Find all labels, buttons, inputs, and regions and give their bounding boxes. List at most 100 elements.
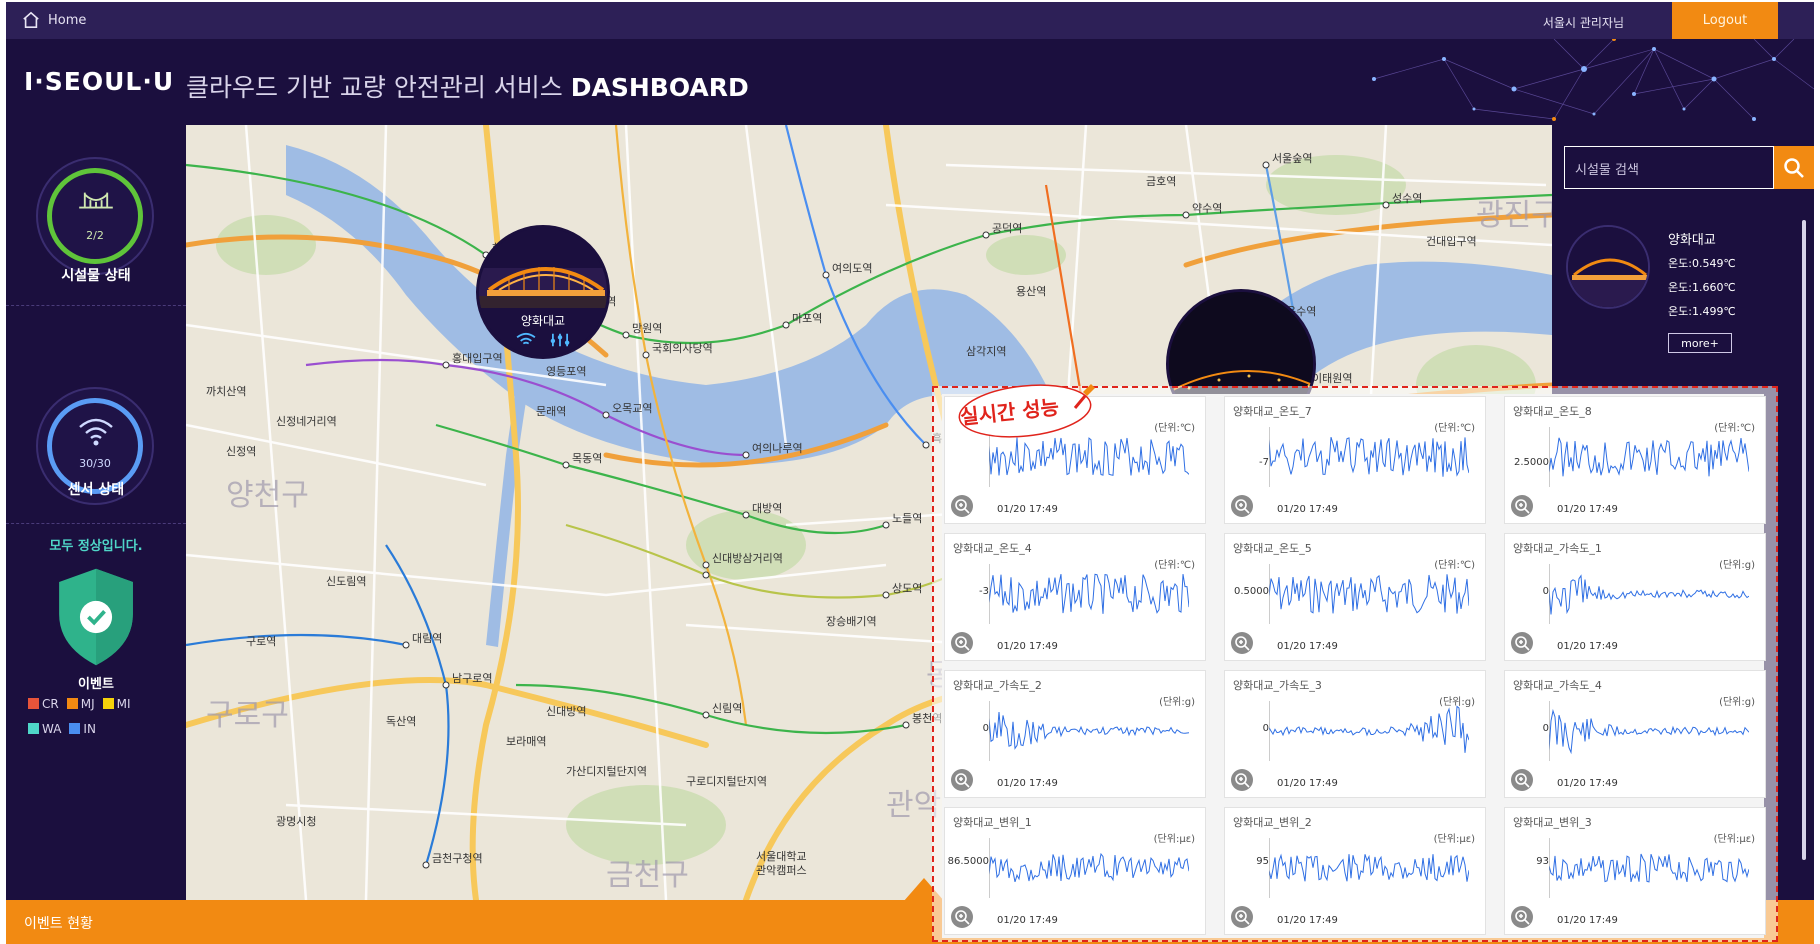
zoom-button[interactable] bbox=[951, 906, 973, 928]
svg-text:신대방역: 신대방역 bbox=[546, 705, 586, 718]
sensor-chart-card[interactable]: 양화대교_온도_7 (단위:℃) -7 01/20 17:49 bbox=[1224, 396, 1486, 524]
brand-logo[interactable]: I·SEOUL·U bbox=[24, 67, 174, 96]
zoom-button[interactable] bbox=[951, 495, 973, 517]
svg-text:서울대학교: 서울대학교 bbox=[756, 850, 807, 863]
svg-text:가산디지털단지역: 가산디지털단지역 bbox=[566, 765, 647, 778]
logout-button[interactable]: Logout bbox=[1672, 2, 1778, 39]
svg-text:건대입구역: 건대입구역 bbox=[1426, 235, 1477, 248]
svg-text:신정네거리역: 신정네거리역 bbox=[276, 415, 337, 428]
sensor-trace bbox=[1269, 701, 1469, 761]
sensor-chart-card[interactable]: 양화대교_가속도_3 (단위:g) 0 01/20 17:49 bbox=[1224, 670, 1486, 798]
facility-status-ring[interactable]: 2/2 bbox=[36, 157, 154, 275]
chart-axis-value: 0 bbox=[1262, 723, 1269, 734]
sensor-chart-card[interactable]: 양화대교_가속도_1 (단위:g) 0 01/20 17:49 bbox=[1504, 533, 1766, 661]
facility-status-label: 시설물 상태 bbox=[61, 268, 131, 284]
zoom-button[interactable] bbox=[1231, 769, 1253, 791]
service-name: 클라우드 기반 교량 안전관리 서비스 bbox=[186, 73, 563, 102]
svg-text:금호역: 금호역 bbox=[1146, 175, 1176, 188]
svg-text:독산역: 독산역 bbox=[386, 715, 416, 728]
trace-line bbox=[989, 437, 1189, 476]
zoom-in-icon bbox=[1515, 773, 1530, 788]
chart-title: 양화대교_변위_3 bbox=[1513, 816, 1592, 829]
zoom-button[interactable] bbox=[1511, 632, 1533, 654]
chart-timestamp: 01/20 17:49 bbox=[1277, 641, 1338, 652]
facility-search-input[interactable]: 시설물 검색 bbox=[1564, 146, 1774, 189]
chart-axis-value: 0 bbox=[1542, 723, 1549, 734]
sensor-trace bbox=[989, 564, 1189, 624]
chart-axis-value: 0 bbox=[982, 723, 989, 734]
zoom-in-icon bbox=[1235, 636, 1250, 651]
svg-text:까치산역: 까치산역 bbox=[206, 385, 246, 398]
event-label: 이벤트 bbox=[78, 677, 114, 692]
chart-axis-value: 93 bbox=[1536, 856, 1549, 867]
chart-title: 양화대교_온도_5 bbox=[1233, 542, 1312, 555]
chart-timestamp: 01/20 17:49 bbox=[1277, 504, 1338, 515]
svg-text:여의도역: 여의도역 bbox=[832, 262, 872, 275]
home-icon bbox=[23, 11, 39, 29]
svg-text:약수역: 약수역 bbox=[1192, 201, 1222, 215]
zoom-in-icon bbox=[955, 499, 970, 514]
search-button[interactable] bbox=[1774, 146, 1814, 189]
user-name: 서울시 관리자님 bbox=[1542, 16, 1624, 30]
svg-text:문래역: 문래역 bbox=[536, 405, 566, 418]
chart-title: 양화대교_가속도_3 bbox=[1233, 679, 1322, 692]
chart-timestamp: 01/20 17:49 bbox=[1557, 778, 1618, 789]
facility-thumbnail[interactable] bbox=[1566, 225, 1650, 309]
sensor-chart-card[interactable]: 양화대교_가속도_4 (단위:g) 0 01/20 17:49 bbox=[1504, 670, 1766, 798]
sensor-chart-card[interactable]: 양화대교_온도_4 (단위:℃) -3 01/20 17:49 bbox=[944, 533, 1206, 661]
event-legend-row-2: WA IN bbox=[28, 722, 96, 736]
sensor-trace bbox=[1549, 701, 1749, 761]
home-link[interactable]: Home bbox=[22, 11, 86, 29]
dashboard-label: DASHBOARD bbox=[570, 73, 749, 102]
facility-name[interactable]: 양화대교 bbox=[1668, 229, 1716, 248]
chart-title: 양화대교_온도_4 bbox=[953, 542, 1032, 555]
svg-text:신림역: 신림역 bbox=[712, 702, 742, 715]
trace-line bbox=[1549, 708, 1749, 755]
svg-text:대림역: 대림역 bbox=[412, 632, 442, 645]
more-button[interactable]: more+ bbox=[1668, 333, 1732, 353]
legend-in: IN bbox=[69, 722, 96, 736]
zoom-button[interactable] bbox=[1511, 769, 1533, 791]
chart-timestamp: 01/20 17:49 bbox=[1557, 504, 1618, 515]
svg-text:광진구: 광진구 bbox=[1476, 198, 1552, 233]
chart-axis-value: 2.5000 bbox=[1514, 457, 1549, 468]
zoom-button[interactable] bbox=[1511, 906, 1533, 928]
zoom-button[interactable] bbox=[1231, 906, 1253, 928]
chart-timestamp: 01/20 17:49 bbox=[997, 778, 1058, 789]
chart-timestamp: 01/20 17:49 bbox=[997, 504, 1058, 515]
scrollbar[interactable] bbox=[1802, 220, 1806, 860]
chart-title: 양화대교_변위_2 bbox=[1233, 816, 1312, 829]
zoom-button[interactable] bbox=[1231, 632, 1253, 654]
bridge-marker-yanghwa[interactable]: 양화대교 bbox=[476, 225, 610, 359]
svg-text:신정역: 신정역 bbox=[226, 445, 256, 458]
svg-text:목동역: 목동역 bbox=[572, 452, 602, 465]
sensor-chart-card[interactable]: 양화대교_온도_8 (단위:℃) 2.5000 01/20 17:49 bbox=[1504, 396, 1766, 524]
zoom-button[interactable] bbox=[951, 769, 973, 791]
chart-axis-value: 0 bbox=[1542, 586, 1549, 597]
chart-timestamp: 01/20 17:49 bbox=[997, 641, 1058, 652]
svg-text:신대방삼거리역: 신대방삼거리역 bbox=[712, 552, 783, 565]
divider bbox=[6, 523, 186, 524]
sensor-chart-card[interactable]: 양화대교_온도_5 (단위:℃) 0.5000 01/20 17:49 bbox=[1224, 533, 1486, 661]
sensor-chart-card[interactable]: 양화대교_가속도_2 (단위:g) 0 01/20 17:49 bbox=[944, 670, 1206, 798]
sensor-chart-card[interactable]: 양화대교_변위_1 (단위:με) 86.5000 01/20 17:49 bbox=[944, 807, 1206, 935]
sensor-count: 30/30 bbox=[79, 457, 111, 470]
sensor-chart-card[interactable]: 양화대교_변위_3 (단위:με) 93 01/20 17:49 bbox=[1504, 807, 1766, 935]
zoom-in-icon bbox=[1515, 499, 1530, 514]
sensor-chart-card[interactable]: 양화대교_변위_2 (단위:με) 95 01/20 17:49 bbox=[1224, 807, 1486, 935]
zoom-button[interactable] bbox=[951, 632, 973, 654]
zoom-in-icon bbox=[955, 910, 970, 925]
sensor-trace bbox=[1549, 838, 1749, 898]
sensor-value: 온도:1.499℃ bbox=[1668, 305, 1736, 318]
zoom-button[interactable] bbox=[1231, 495, 1253, 517]
bridge-night-photo bbox=[479, 228, 607, 356]
trace-line bbox=[989, 852, 1189, 883]
shield-check-icon bbox=[59, 568, 133, 666]
chart-axis-value: -7 bbox=[1259, 457, 1269, 468]
svg-text:구로역: 구로역 bbox=[246, 635, 276, 648]
search-icon bbox=[1784, 157, 1804, 178]
facility-count: 2/2 bbox=[86, 229, 104, 242]
zoom-in-icon bbox=[955, 636, 970, 651]
svg-text:구로구: 구로구 bbox=[206, 698, 289, 733]
zoom-button[interactable] bbox=[1511, 495, 1533, 517]
